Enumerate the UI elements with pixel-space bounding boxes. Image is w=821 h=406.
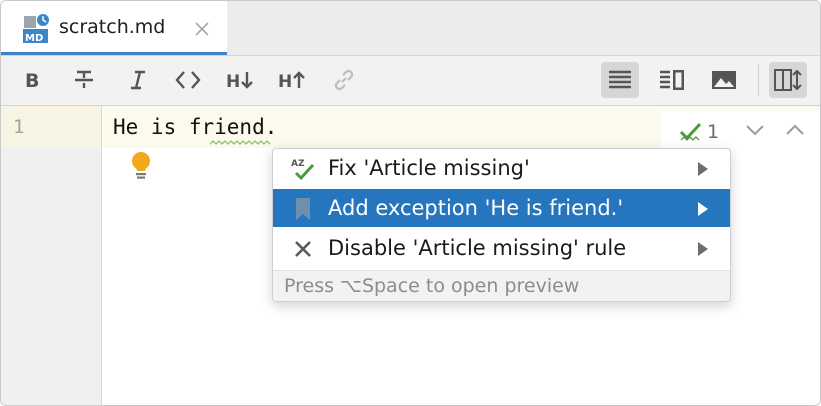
editor-window: MD scratch.md B H H 1 He is friend. 1 AZ… (0, 0, 821, 406)
footer-hint: Press ⌥Space to open preview (284, 275, 580, 297)
italic-button[interactable] (119, 62, 157, 98)
tab-title: scratch.md (59, 16, 166, 38)
grammar-warning-underline (210, 140, 271, 145)
markdown-toolbar: B H H (1, 56, 820, 106)
editor-line[interactable]: He is friend. (113, 115, 277, 139)
svg-text:H: H (226, 72, 240, 91)
line-number: 1 (13, 116, 25, 138)
svg-text:MD: MD (25, 33, 43, 44)
chevron-down-icon[interactable] (745, 123, 765, 137)
svg-text:AZ: AZ (291, 159, 305, 169)
chevron-right-icon (698, 162, 708, 176)
intention-actions-popup: AZ Fix 'Article missing' Add exception '… (272, 148, 731, 302)
close-icon[interactable] (193, 20, 211, 38)
close-icon (290, 236, 316, 262)
bold-button[interactable]: B (13, 62, 51, 98)
markdown-file-icon: MD (23, 14, 49, 44)
inspection-widget: 1 (661, 111, 820, 151)
header-increase-icon: H (278, 71, 305, 91)
editor-and-preview-icon (660, 70, 684, 90)
chevron-right-icon (698, 202, 708, 216)
check-icon[interactable] (679, 121, 703, 143)
strikethrough-button[interactable] (65, 62, 103, 98)
menu-item-label: Disable 'Article missing' rule (328, 236, 627, 260)
chevron-right-icon (698, 242, 708, 256)
italic-icon (131, 70, 145, 90)
editor-only-icon (609, 70, 631, 89)
header-up-button[interactable]: H (273, 62, 311, 98)
svg-text:B: B (25, 70, 39, 91)
header-down-button[interactable]: H (221, 62, 259, 98)
bookmark-icon (290, 196, 316, 222)
preview-only-button[interactable] (705, 62, 743, 98)
tab-scratch-md[interactable]: MD scratch.md (1, 1, 227, 55)
menu-item-disable-rule[interactable]: Disable 'Article missing' rule (273, 229, 730, 267)
spellcheck-icon: AZ (290, 156, 316, 182)
toolbar-separator (758, 64, 759, 96)
strikethrough-icon (75, 70, 93, 88)
editor-only-button[interactable] (601, 62, 639, 98)
problem-count: 1 (707, 121, 720, 143)
preview-only-icon (712, 71, 736, 89)
chevron-up-icon[interactable] (785, 123, 805, 137)
bold-icon: B (25, 70, 39, 91)
lightbulb-icon[interactable] (129, 151, 153, 181)
link-button[interactable] (325, 62, 363, 98)
link-icon (334, 69, 354, 91)
code-button[interactable] (169, 62, 207, 98)
sync-scroll-icon (774, 69, 802, 91)
menu-item-fix-article[interactable]: AZ Fix 'Article missing' (273, 149, 730, 187)
svg-text:H: H (278, 72, 292, 91)
editor-and-preview-button[interactable] (653, 62, 691, 98)
line-gutter (1, 106, 102, 405)
code-icon (175, 71, 201, 89)
menu-item-label: Fix 'Article missing' (328, 156, 530, 180)
tab-bar: MD scratch.md (1, 1, 820, 56)
header-decrease-icon: H (226, 72, 253, 91)
sync-scroll-button[interactable] (769, 62, 807, 98)
popup-footer: Press ⌥Space to open preview (273, 270, 730, 301)
menu-item-add-exception[interactable]: Add exception 'He is friend.' (273, 189, 730, 227)
menu-item-label: Add exception 'He is friend.' (328, 196, 624, 220)
